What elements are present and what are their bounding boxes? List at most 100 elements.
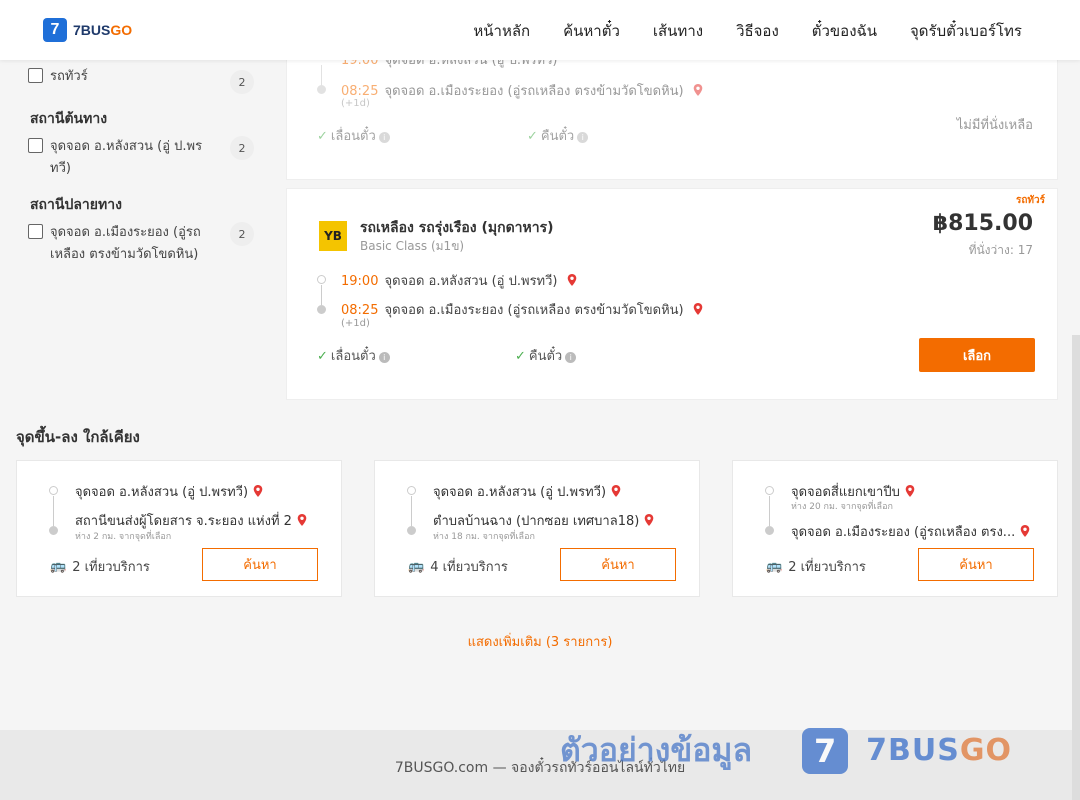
top-header: 7 7BUSGO หน้าหลัก ค้นหาตั๋ว เส้นทาง วิธี… (0, 0, 1080, 60)
filter-destination[interactable]: จุดจอด อ.เมืองระยอง (อู่รถเหลือง ตรงข้าม… (16, 222, 254, 266)
trip-card: รถทัวร์ YB รถเหลือง รถรุ่งเรือง (มุกดาหา… (286, 188, 1058, 400)
show-more-link[interactable]: แสดงเพิ่มเติม (3 รายการ) (0, 631, 1080, 652)
trip-count: 🚌 2 เที่ยวบริการ (50, 559, 150, 575)
route-dot (317, 85, 326, 94)
route-dot (49, 486, 58, 495)
check-icon: ✓ (515, 349, 526, 364)
postpone-feature: ✓ เลื่อนตั๋ว i (317, 125, 390, 146)
info-icon[interactable]: i (577, 132, 589, 143)
filter-count: 2 (230, 136, 254, 160)
map-pin-icon[interactable] (904, 485, 916, 497)
arrival-time: 08:25 (341, 84, 379, 99)
nearby-card: จุดจอด อ.หลังสวน (อู่ ป.พรทวี) สถานีขนส่… (16, 460, 342, 597)
trip-count: 🚌 2 เที่ยวบริการ (766, 559, 866, 575)
info-icon[interactable]: i (378, 352, 390, 363)
route-dot (49, 526, 58, 535)
route-dot (317, 305, 326, 314)
watermark-logo-icon: 7 (802, 727, 849, 774)
bus-class: Basic Class (ม1ข) (360, 239, 465, 253)
route-dot (765, 526, 774, 535)
bus-icon: 🚌 (766, 559, 783, 574)
arrival-place: จุดจอด อ.เมืองระยอง (อู่รถเหลือง ตรงข้าม… (384, 303, 684, 318)
filter-count: 2 (230, 70, 254, 94)
departure-time: 19:00 (341, 274, 379, 289)
origin-filter-title: สถานีต้นทาง (30, 111, 108, 127)
distance-note: ห่าง 20 กม. จากจุดที่เลือก (791, 502, 893, 512)
checkbox[interactable] (28, 68, 43, 83)
nav-home[interactable]: หน้าหลัก (473, 19, 530, 43)
logo-text-go: GO (110, 22, 133, 38)
refund-label: คืนตั๋ว (528, 349, 563, 364)
info-icon[interactable]: i (565, 352, 577, 363)
nearby-search-button[interactable]: ค้นหา (560, 548, 676, 581)
nearby-from: จุดจอด อ.หลังสวน (อู่ ป.พรทวี) (75, 481, 264, 502)
route-dot (407, 526, 416, 535)
filter-tour-bus[interactable]: รถทัวร์ 2 (16, 66, 254, 94)
map-pin-icon[interactable] (296, 514, 308, 526)
filter-label: รถทัวร์ (50, 69, 88, 84)
next-day-tag: (+1d) (341, 318, 370, 329)
map-pin-icon[interactable] (643, 514, 655, 526)
refund-feature: ✓ คืนตั๋ว i (515, 345, 577, 366)
nearby-card: จุดจอด อ.หลังสวน (อู่ ป.พรทวี) ตำบลบ้านฉ… (374, 460, 700, 597)
info-icon[interactable]: i (378, 132, 390, 143)
main-nav: หน้าหลัก ค้นหาตั๋ว เส้นทาง วิธีจอง ตั๋วข… (473, 19, 1022, 43)
nearby-to: ตำบลบ้านฉาง (ปากซอย เทศบาล18) (433, 510, 655, 531)
watermark-brand: 7BUS (866, 733, 960, 768)
map-pin-icon[interactable] (692, 303, 704, 315)
nav-my-tickets[interactable]: ตั๋วของฉัน (812, 19, 877, 43)
nearby-search-button[interactable]: ค้นหา (202, 548, 318, 581)
bus-icon: 🚌 (408, 559, 425, 574)
nav-search-ticket[interactable]: ค้นหาตั๋ว (563, 19, 620, 43)
nearby-card: จุดจอดสี่แยกเขาปีบ ห่าง 20 กม. จากจุดที่… (732, 460, 1058, 597)
bus-icon: 🚌 (50, 559, 67, 574)
postpone-label: เลื่อนตั๋ว (330, 129, 376, 144)
departure-row: 19:00 จุดจอด อ.หลังสวน (อู่ ป.พรทวี) (341, 270, 578, 291)
next-day-tag: (+1d) (341, 98, 370, 109)
map-pin-icon[interactable] (692, 84, 704, 96)
checkbox[interactable] (28, 138, 43, 153)
map-pin-icon[interactable] (610, 485, 622, 497)
price: ฿815.00 (932, 211, 1033, 236)
refund-feature: ✓ คืนตั๋ว i (527, 125, 589, 146)
watermark-text: ตัวอย่างข้อมูล (560, 731, 753, 769)
nearby-to: จุดจอด อ.เมืองระยอง (อู่รถเหลือง ตรง... (791, 521, 1031, 542)
map-pin-icon[interactable] (566, 274, 578, 286)
arrival-row: 08:25 จุดจอด อ.เมืองระยอง (อู่รถเหลือง ตร… (341, 299, 704, 320)
destination-filter-title: สถานีปลายทาง (30, 197, 122, 213)
arrival-row: 08:25 จุดจอด อ.เมืองระยอง (อู่รถเหลือง ตร… (341, 80, 704, 101)
check-icon: ✓ (317, 129, 328, 144)
page-scrollbar[interactable] (1072, 335, 1080, 800)
trip-count: 🚌 4 เที่ยวบริการ (408, 559, 508, 575)
checkbox[interactable] (28, 224, 43, 239)
postpone-label: เลื่อนตั๋ว (330, 349, 376, 364)
route-dot (317, 275, 326, 284)
nav-how-to-book[interactable]: วิธีจอง (736, 19, 779, 43)
brand-logo[interactable]: 7 7BUSGO (43, 18, 132, 42)
select-button[interactable]: เลือก (919, 338, 1035, 372)
nav-pickup-points[interactable]: จุดรับตั๋วเบอร์โทร (910, 19, 1022, 43)
nearby-from: จุดจอด อ.หลังสวน (อู่ ป.พรทวี) (433, 481, 622, 502)
map-pin-icon[interactable] (252, 485, 264, 497)
watermark: ตัวอย่างข้อมูล 7 7BUSGO (560, 725, 1012, 776)
arrival-time: 08:25 (341, 303, 379, 318)
operator-name: รถเหลือง รถรุ่งเรือง (มุกดาหาร) (360, 220, 554, 236)
postpone-feature: ✓ เลื่อนตั๋ว i (317, 345, 390, 366)
bus-type-tag: รถทัวร์ (1015, 195, 1045, 206)
logo-text: 7BUS (73, 22, 111, 38)
filter-count: 2 (230, 222, 254, 246)
check-icon: ✓ (527, 129, 538, 144)
map-pin-icon[interactable] (1019, 525, 1031, 537)
sold-out-status: ไม่มีที่นั่งเหลือ (956, 118, 1033, 133)
operator-logo: YB (319, 221, 347, 251)
nearby-section-title: จุดขึ้น-ลง ใกล้เคียง (16, 428, 140, 446)
nav-routes[interactable]: เส้นทาง (653, 19, 703, 43)
nearby-to: สถานีขนส่งผู้โดยสาร จ.ระยอง แห่งที่ 2 (75, 510, 308, 531)
check-icon: ✓ (317, 349, 328, 364)
distance-note: ห่าง 18 กม. จากจุดที่เลือก (433, 532, 535, 542)
filter-origin[interactable]: จุดจอด อ.หลังสวน (อู่ ป.พรทวี) 2 (16, 136, 254, 180)
nearby-search-button[interactable]: ค้นหา (918, 548, 1034, 581)
filter-label: จุดจอด อ.เมืองระยอง (อู่รถเหลือง ตรงข้าม… (50, 225, 201, 262)
watermark-brand-go: GO (959, 733, 1012, 768)
distance-note: ห่าง 2 กม. จากจุดที่เลือก (75, 532, 172, 542)
